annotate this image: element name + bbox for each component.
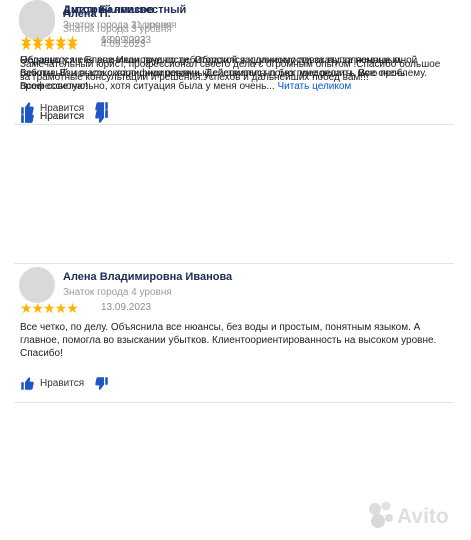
reviewer-level: Знаток города 3 уровня [63,20,172,31]
thumbs-up-icon [20,109,35,124]
watermark-text: Avito [397,505,449,528]
review-date: 13.09.2023 [101,302,152,313]
dislike-button[interactable] [94,376,109,391]
dislike-button[interactable] [94,109,109,124]
thumbs-up-icon [20,376,35,391]
thumbs-down-icon [94,376,109,391]
review-date: 6.09.2023 [101,35,146,46]
reviewer-name[interactable]: Дмитрий неизвестный [63,4,186,16]
like-label: Нравится [40,377,85,389]
review-text: Все четко, по делу. Объяснила все нюансы… [20,322,437,359]
like-button[interactable]: Нравится [20,376,84,391]
avatar[interactable] [19,267,55,303]
avito-logo-icon: Avito [369,501,449,528]
reviewer-level: Знаток города 4 уровня [63,287,172,298]
thumbs-down-icon [94,109,109,124]
avatar[interactable] [19,0,55,36]
reviews-page: Алена П. Знаток города 3 уровня ★★★★★ 4.… [0,0,471,540]
divider [14,402,454,403]
review-text-body: Обращался к Елене Ивановне по дебиторско… [20,55,418,92]
rating-stars: ★★★★★ [20,33,79,49]
like-label: Нравится [40,110,85,122]
review-text: Обращался к Елене Ивановне по дебиторско… [20,54,452,93]
reviewer-name[interactable]: Алена Владимировна Иванова [63,271,232,283]
review-actions: Нравится [20,374,109,392]
like-button[interactable]: Нравится [20,109,84,124]
rating-stars: ★★★★★ [20,300,79,316]
review-actions: Нравится [20,107,109,125]
avito-logo-watermark: Avito [366,498,466,532]
divider [14,263,454,264]
read-more-link[interactable]: Читать целиком [277,81,351,92]
